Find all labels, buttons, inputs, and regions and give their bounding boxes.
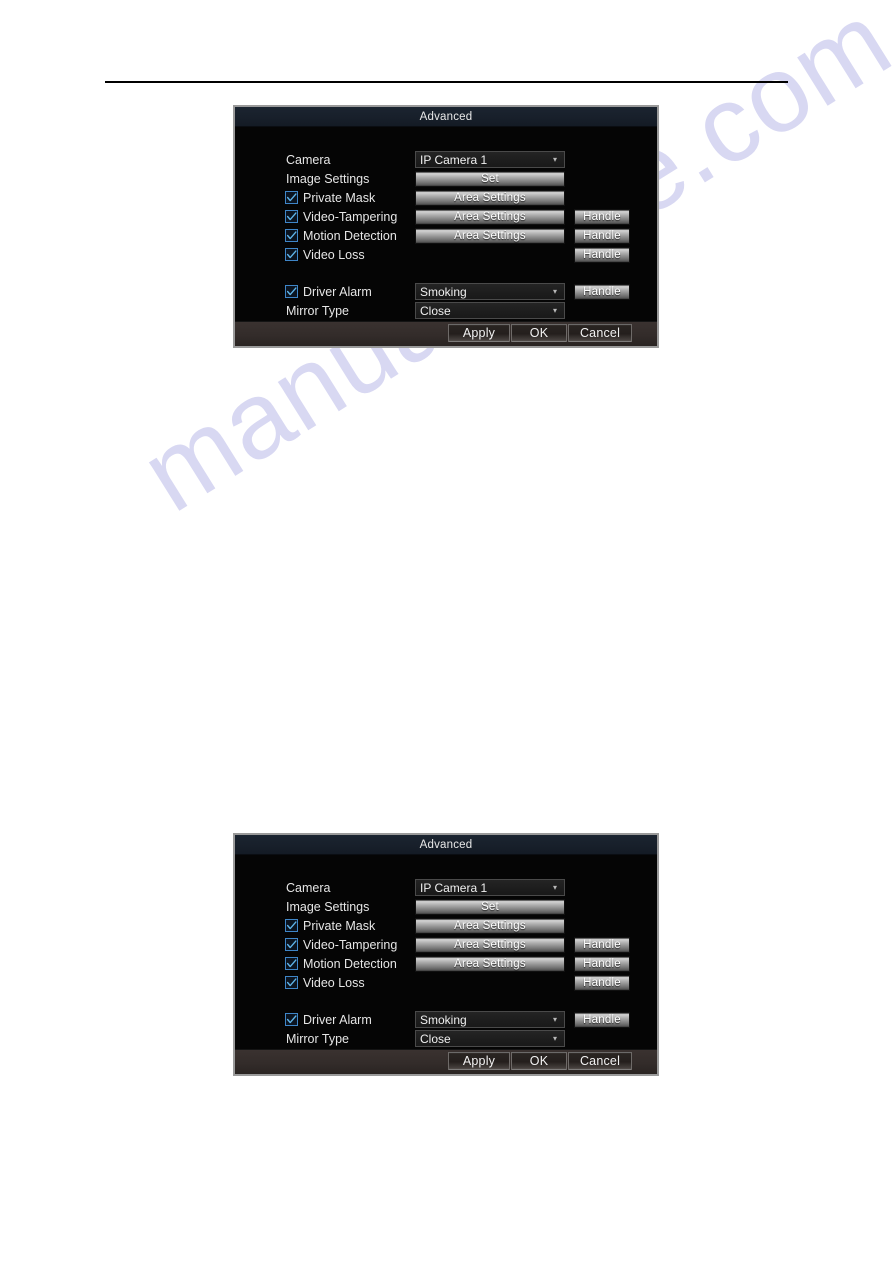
video-loss-label: Video Loss bbox=[303, 248, 365, 262]
row-mirror-type: Mirror Type Close ▾ bbox=[235, 302, 657, 320]
private-mask-label: Private Mask bbox=[303, 919, 376, 933]
motion-detection-label: Motion Detection bbox=[303, 957, 397, 971]
mirror-type-select-value: Close bbox=[420, 303, 451, 318]
motion-detection-handle-button[interactable]: Handle bbox=[574, 228, 630, 244]
row-driver-alarm: Driver Alarm Smoking ▾ Handle bbox=[235, 1011, 657, 1029]
cancel-button[interactable]: Cancel bbox=[568, 324, 632, 342]
driver-alarm-handle-button[interactable]: Handle bbox=[574, 1012, 630, 1028]
camera-select-value: IP Camera 1 bbox=[420, 152, 488, 167]
camera-label: Camera bbox=[286, 881, 331, 895]
chevron-down-icon: ▾ bbox=[552, 154, 557, 164]
video-tampering-checkbox[interactable] bbox=[285, 210, 298, 223]
row-camera: Camera IP Camera 1 ▾ bbox=[235, 151, 657, 169]
row-video-tampering: Video-Tampering Area Settings Handle bbox=[235, 936, 657, 954]
advanced-dialog: Advanced Camera IP Camera 1 ▾ Image Sett… bbox=[233, 105, 659, 348]
dialog-titlebar: Advanced bbox=[235, 835, 657, 855]
driver-alarm-select-value: Smoking bbox=[420, 1012, 467, 1027]
row-video-loss: Video Loss Handle bbox=[235, 246, 657, 264]
image-settings-set-button[interactable]: Set bbox=[415, 171, 565, 187]
dialog-body: Camera IP Camera 1 ▾ Image Settings Set … bbox=[235, 855, 657, 1049]
private-mask-checkbox[interactable] bbox=[285, 919, 298, 932]
video-loss-handle-button[interactable]: Handle bbox=[574, 975, 630, 991]
video-tampering-area-settings-button[interactable]: Area Settings bbox=[415, 209, 565, 225]
mirror-type-select-value: Close bbox=[420, 1031, 451, 1046]
image-settings-label: Image Settings bbox=[286, 900, 370, 914]
chevron-down-icon: ▾ bbox=[552, 1014, 557, 1024]
row-camera: Camera IP Camera 1 ▾ bbox=[235, 879, 657, 897]
driver-alarm-handle-button[interactable]: Handle bbox=[574, 284, 630, 300]
driver-alarm-label: Driver Alarm bbox=[303, 1013, 372, 1027]
driver-alarm-select[interactable]: Smoking ▾ bbox=[415, 283, 565, 300]
chevron-down-icon: ▾ bbox=[552, 286, 557, 296]
video-loss-checkbox[interactable] bbox=[285, 248, 298, 261]
dialog-title: Advanced bbox=[419, 110, 473, 123]
private-mask-label: Private Mask bbox=[303, 191, 376, 205]
dialog-titlebar: Advanced bbox=[235, 107, 657, 127]
row-driver-alarm: Driver Alarm Smoking ▾ Handle bbox=[235, 283, 657, 301]
driver-alarm-checkbox[interactable] bbox=[285, 285, 298, 298]
camera-select[interactable]: IP Camera 1 ▾ bbox=[415, 879, 565, 896]
dialog-title: Advanced bbox=[419, 838, 473, 851]
private-mask-area-settings-button[interactable]: Area Settings bbox=[415, 190, 565, 206]
cancel-button[interactable]: Cancel bbox=[568, 1052, 632, 1070]
private-mask-checkbox[interactable] bbox=[285, 191, 298, 204]
video-loss-handle-button[interactable]: Handle bbox=[574, 247, 630, 263]
row-motion-detection: Motion Detection Area Settings Handle bbox=[235, 955, 657, 973]
chevron-down-icon: ▾ bbox=[552, 882, 557, 892]
private-mask-area-settings-button[interactable]: Area Settings bbox=[415, 918, 565, 934]
dialog-footer: Apply OK Cancel bbox=[235, 321, 657, 346]
row-motion-detection: Motion Detection Area Settings Handle bbox=[235, 227, 657, 245]
row-private-mask: Private Mask Area Settings bbox=[235, 189, 657, 207]
ok-button[interactable]: OK bbox=[511, 324, 567, 342]
row-private-mask: Private Mask Area Settings bbox=[235, 917, 657, 935]
header-rule bbox=[105, 81, 788, 83]
camera-select-value: IP Camera 1 bbox=[420, 880, 488, 895]
video-tampering-handle-button[interactable]: Handle bbox=[574, 209, 630, 225]
driver-alarm-select[interactable]: Smoking ▾ bbox=[415, 1011, 565, 1028]
motion-detection-area-settings-button[interactable]: Area Settings bbox=[415, 228, 565, 244]
mirror-type-select[interactable]: Close ▾ bbox=[415, 302, 565, 319]
row-video-loss: Video Loss Handle bbox=[235, 974, 657, 992]
chevron-down-icon: ▾ bbox=[552, 305, 557, 315]
motion-detection-checkbox[interactable] bbox=[285, 229, 298, 242]
dialog-footer: Apply OK Cancel bbox=[235, 1049, 657, 1074]
camera-select[interactable]: IP Camera 1 ▾ bbox=[415, 151, 565, 168]
mirror-type-select[interactable]: Close ▾ bbox=[415, 1030, 565, 1047]
dialog-body: Camera IP Camera 1 ▾ Image Settings Set … bbox=[235, 127, 657, 321]
ok-button[interactable]: OK bbox=[511, 1052, 567, 1070]
driver-alarm-label: Driver Alarm bbox=[303, 285, 372, 299]
motion-detection-area-settings-button[interactable]: Area Settings bbox=[415, 956, 565, 972]
apply-button[interactable]: Apply bbox=[448, 324, 510, 342]
motion-detection-label: Motion Detection bbox=[303, 229, 397, 243]
video-tampering-label: Video-Tampering bbox=[303, 210, 398, 224]
image-settings-label: Image Settings bbox=[286, 172, 370, 186]
video-tampering-handle-button[interactable]: Handle bbox=[574, 937, 630, 953]
advanced-dialog: Advanced Camera IP Camera 1 ▾ Image Sett… bbox=[233, 833, 659, 1076]
row-video-tampering: Video-Tampering Area Settings Handle bbox=[235, 208, 657, 226]
video-loss-label: Video Loss bbox=[303, 976, 365, 990]
row-mirror-type: Mirror Type Close ▾ bbox=[235, 1030, 657, 1048]
apply-button[interactable]: Apply bbox=[448, 1052, 510, 1070]
row-image-settings: Image Settings Set bbox=[235, 170, 657, 188]
driver-alarm-checkbox[interactable] bbox=[285, 1013, 298, 1026]
driver-alarm-select-value: Smoking bbox=[420, 284, 467, 299]
motion-detection-handle-button[interactable]: Handle bbox=[574, 956, 630, 972]
video-tampering-label: Video-Tampering bbox=[303, 938, 398, 952]
chevron-down-icon: ▾ bbox=[552, 1033, 557, 1043]
row-image-settings: Image Settings Set bbox=[235, 898, 657, 916]
mirror-type-label: Mirror Type bbox=[286, 304, 349, 318]
video-tampering-area-settings-button[interactable]: Area Settings bbox=[415, 937, 565, 953]
video-tampering-checkbox[interactable] bbox=[285, 938, 298, 951]
image-settings-set-button[interactable]: Set bbox=[415, 899, 565, 915]
mirror-type-label: Mirror Type bbox=[286, 1032, 349, 1046]
motion-detection-checkbox[interactable] bbox=[285, 957, 298, 970]
camera-label: Camera bbox=[286, 153, 331, 167]
video-loss-checkbox[interactable] bbox=[285, 976, 298, 989]
